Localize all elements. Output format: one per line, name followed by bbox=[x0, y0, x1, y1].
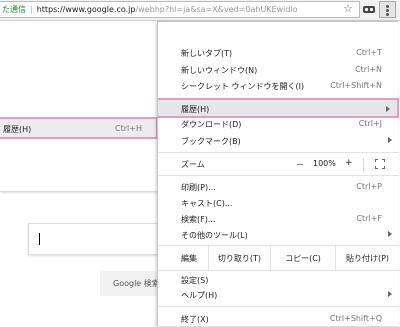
menu-item-settings[interactable]: 設定(S) bbox=[158, 272, 399, 288]
menu-label: キャスト(C)... bbox=[181, 199, 233, 208]
cut-label: 切り取り(T) bbox=[217, 254, 262, 263]
url-host: https://www.google.co.jp bbox=[36, 5, 136, 14]
copy-button[interactable]: コピー(C) bbox=[270, 246, 335, 270]
submenu-item-history[interactable]: 履歴(H) Ctrl+H bbox=[0, 117, 158, 139]
menu-label: その他のツール(L) bbox=[181, 231, 248, 240]
menu-label: 新しいタブ(T) bbox=[181, 49, 233, 58]
menu-shortcut: Ctrl+F bbox=[356, 214, 382, 223]
star-icon[interactable]: ☆ bbox=[343, 3, 353, 15]
chrome-menu: 新しいタブ(T) Ctrl+T 新しいウィンドウ(N) Ctrl+N シークレッ… bbox=[157, 21, 399, 327]
submenu-history-shortcut: Ctrl+H bbox=[115, 124, 142, 133]
menu-divider bbox=[158, 306, 399, 307]
copy-label: コピー(C) bbox=[285, 254, 321, 263]
paste-button[interactable]: 貼り付け(P) bbox=[335, 246, 399, 270]
menu-label: ブックマーク(B) bbox=[181, 137, 241, 146]
menu-item-new-window[interactable]: 新しいウィンドウ(N) Ctrl+N bbox=[158, 62, 399, 78]
google-search-button[interactable]: Google 検索 bbox=[100, 271, 160, 296]
zoom-in-button[interactable]: + bbox=[345, 158, 353, 168]
chevron-right-icon bbox=[386, 106, 390, 112]
menu-label: 設定(S) bbox=[181, 276, 209, 285]
extension-icon[interactable] bbox=[363, 5, 375, 14]
zoom-out-button[interactable]: － bbox=[296, 159, 304, 170]
menu-divider bbox=[158, 152, 399, 153]
menu-shortcut: Ctrl+J bbox=[358, 119, 382, 128]
menu-shortcut: Ctrl+P bbox=[356, 182, 382, 191]
omnibox-separator: | bbox=[30, 5, 33, 14]
menu-row-edit: 編集 切り取り(T) コピー(C) 貼り付け(P) bbox=[158, 246, 399, 270]
menu-item-cast[interactable]: キャスト(C)... bbox=[158, 195, 399, 211]
menu-shortcut: Ctrl+Shift+N bbox=[330, 81, 382, 90]
menu-label: ヘルプ(H) bbox=[181, 291, 218, 300]
chevron-right-icon bbox=[388, 231, 392, 237]
menu-shortcut: Ctrl+Shift+Q bbox=[329, 314, 382, 323]
menu-label: ダウンロード(D) bbox=[181, 120, 242, 129]
menu-label: 編集 bbox=[181, 254, 197, 263]
url-path: /webhp?hl=ja&sa=X&ved=0ahUKEwidlo bbox=[135, 5, 298, 14]
menu-item-history[interactable]: 履歴(H) bbox=[158, 98, 399, 118]
menu-item-incognito[interactable]: シークレット ウィンドウを開く(I) Ctrl+Shift+N bbox=[158, 78, 399, 94]
text-caret bbox=[39, 233, 40, 245]
more-vert-icon[interactable] bbox=[379, 1, 396, 18]
menu-label: シークレット ウィンドウを開く(I) bbox=[181, 82, 305, 91]
cut-button[interactable]: 切り取り(T) bbox=[208, 246, 270, 270]
menu-item-exit[interactable]: 終了(X) Ctrl+Shift+Q bbox=[158, 311, 399, 327]
menu-shortcut: Ctrl+N bbox=[355, 65, 382, 74]
menu-item-downloads[interactable]: ダウンロード(D) Ctrl+J bbox=[158, 116, 399, 132]
submenu-history-label: 履歴(H) bbox=[3, 125, 32, 134]
menu-label: ズーム bbox=[181, 160, 205, 169]
browser-toolbar: た通信 | https://www.google.co.jp/webhp?hl=… bbox=[0, 0, 400, 21]
fullscreen-icon[interactable] bbox=[375, 159, 385, 169]
menu-item-zoom: ズーム － 100% + bbox=[158, 156, 399, 172]
chevron-right-icon bbox=[388, 291, 392, 297]
menu-label: 検索(F)... bbox=[181, 215, 216, 224]
menu-shortcut: Ctrl+T bbox=[356, 48, 382, 57]
zoom-divider bbox=[363, 158, 364, 171]
menu-item-more-tools[interactable]: その他のツール(L) bbox=[158, 227, 399, 243]
paste-label: 貼り付け(P) bbox=[345, 254, 390, 263]
menu-item-help[interactable]: ヘルプ(H) bbox=[158, 287, 399, 303]
address-bar[interactable]: た通信 | https://www.google.co.jp/webhp?hl=… bbox=[0, 1, 360, 18]
menu-label: 新しいウィンドウ(N) bbox=[181, 66, 258, 75]
menu-label: 終了(X) bbox=[181, 315, 209, 324]
menu-divider bbox=[158, 175, 399, 176]
menu-item-find[interactable]: 検索(F)... Ctrl+F bbox=[158, 211, 399, 227]
menu-item-new-tab[interactable]: 新しいタブ(T) Ctrl+T bbox=[158, 45, 399, 61]
chevron-right-icon bbox=[388, 137, 392, 143]
menu-label: 印刷(P)... bbox=[181, 183, 216, 192]
menu-item-print[interactable]: 印刷(P)... Ctrl+P bbox=[158, 179, 399, 195]
history-submenu: 履歴(H) Ctrl+H bbox=[0, 21, 167, 192]
zoom-level: 100% bbox=[313, 159, 336, 168]
menu-item-bookmarks[interactable]: ブックマーク(B) bbox=[158, 133, 399, 149]
menu-divider bbox=[158, 270, 399, 271]
menu-label: 履歴(H) bbox=[181, 105, 210, 114]
security-indicator[interactable]: た通信 bbox=[0, 4, 26, 15]
search-input[interactable] bbox=[28, 223, 163, 255]
